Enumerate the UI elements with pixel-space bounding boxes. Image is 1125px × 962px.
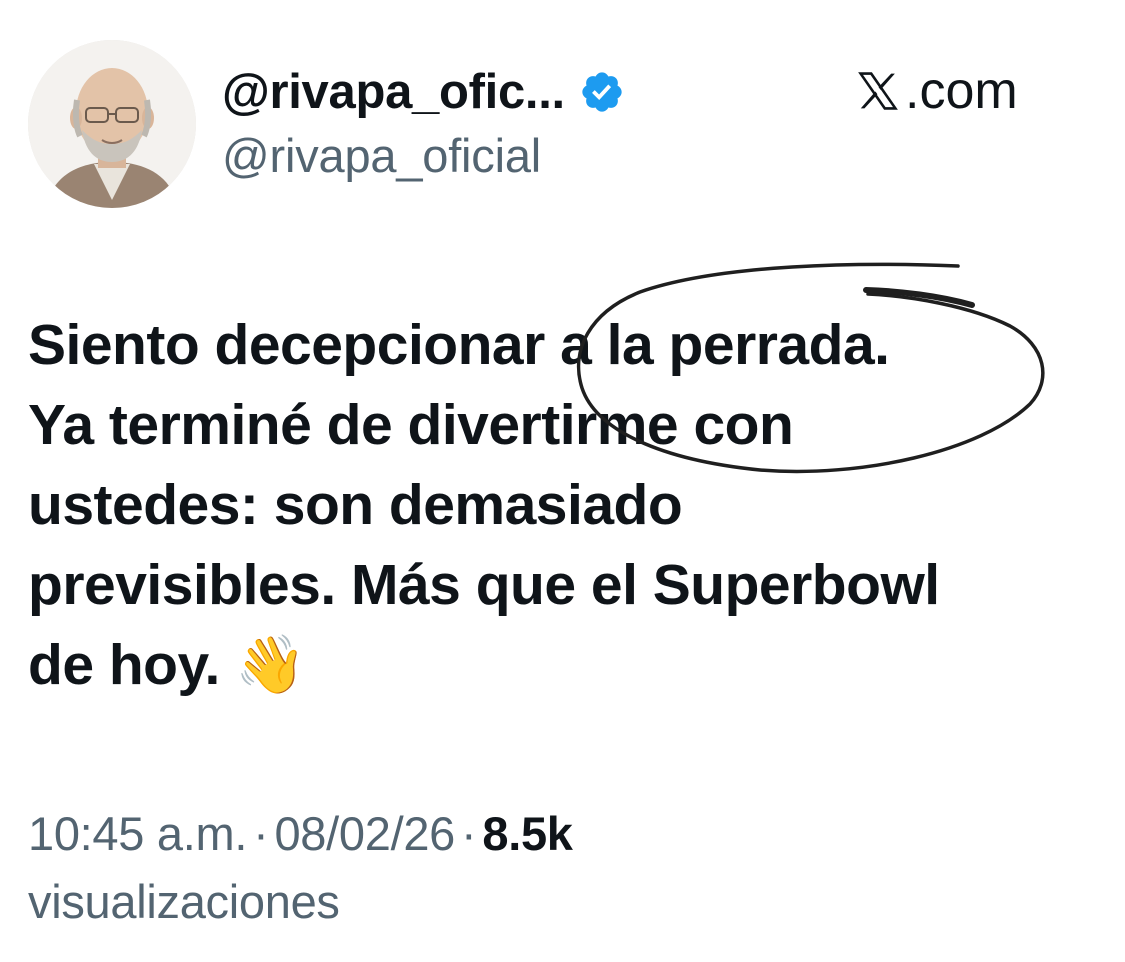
avatar[interactable] [28,40,196,208]
tweet-date[interactable]: 08/02/26 [274,807,455,860]
tweet-line-2: Ya terminé de divertirme con [28,393,794,457]
brand-watermark: .com [855,62,1018,120]
waving-hand-emoji: 👋 [235,632,306,698]
brand-domain-label: .com [905,62,1018,120]
meta-separator: · [253,807,269,860]
display-name[interactable]: @rivapa_ofic... [222,64,565,120]
tweet-line-4: previsibles. Más que el Superbowl [28,553,940,617]
tweet-line-5-text: de hoy. [28,633,220,697]
tweet-line-5: de hoy. 👋 [28,625,1108,705]
verified-badge-icon [582,72,622,112]
views-label: visualizaciones [28,875,340,928]
tweet-text: Siento decepcionar a la perrada. Ya term… [28,305,1108,705]
views-count[interactable]: 8.5k [482,807,573,860]
tweet-line-3: ustedes: son demasiado [28,473,683,537]
profile-photo [28,40,196,208]
x-logo-icon [858,72,898,110]
tweet-meta: 10:45 a.m. · 08/02/26 · 8.5k visualizaciones [28,800,1088,936]
user-handle[interactable]: @rivapa_oficial [222,128,541,183]
display-name-row[interactable]: @rivapa_ofic... [222,62,625,122]
tweet-line-1: Siento decepcionar a la perrada. [28,313,890,377]
meta-separator-2: · [461,807,477,860]
tweet-time[interactable]: 10:45 a.m. [28,807,247,860]
